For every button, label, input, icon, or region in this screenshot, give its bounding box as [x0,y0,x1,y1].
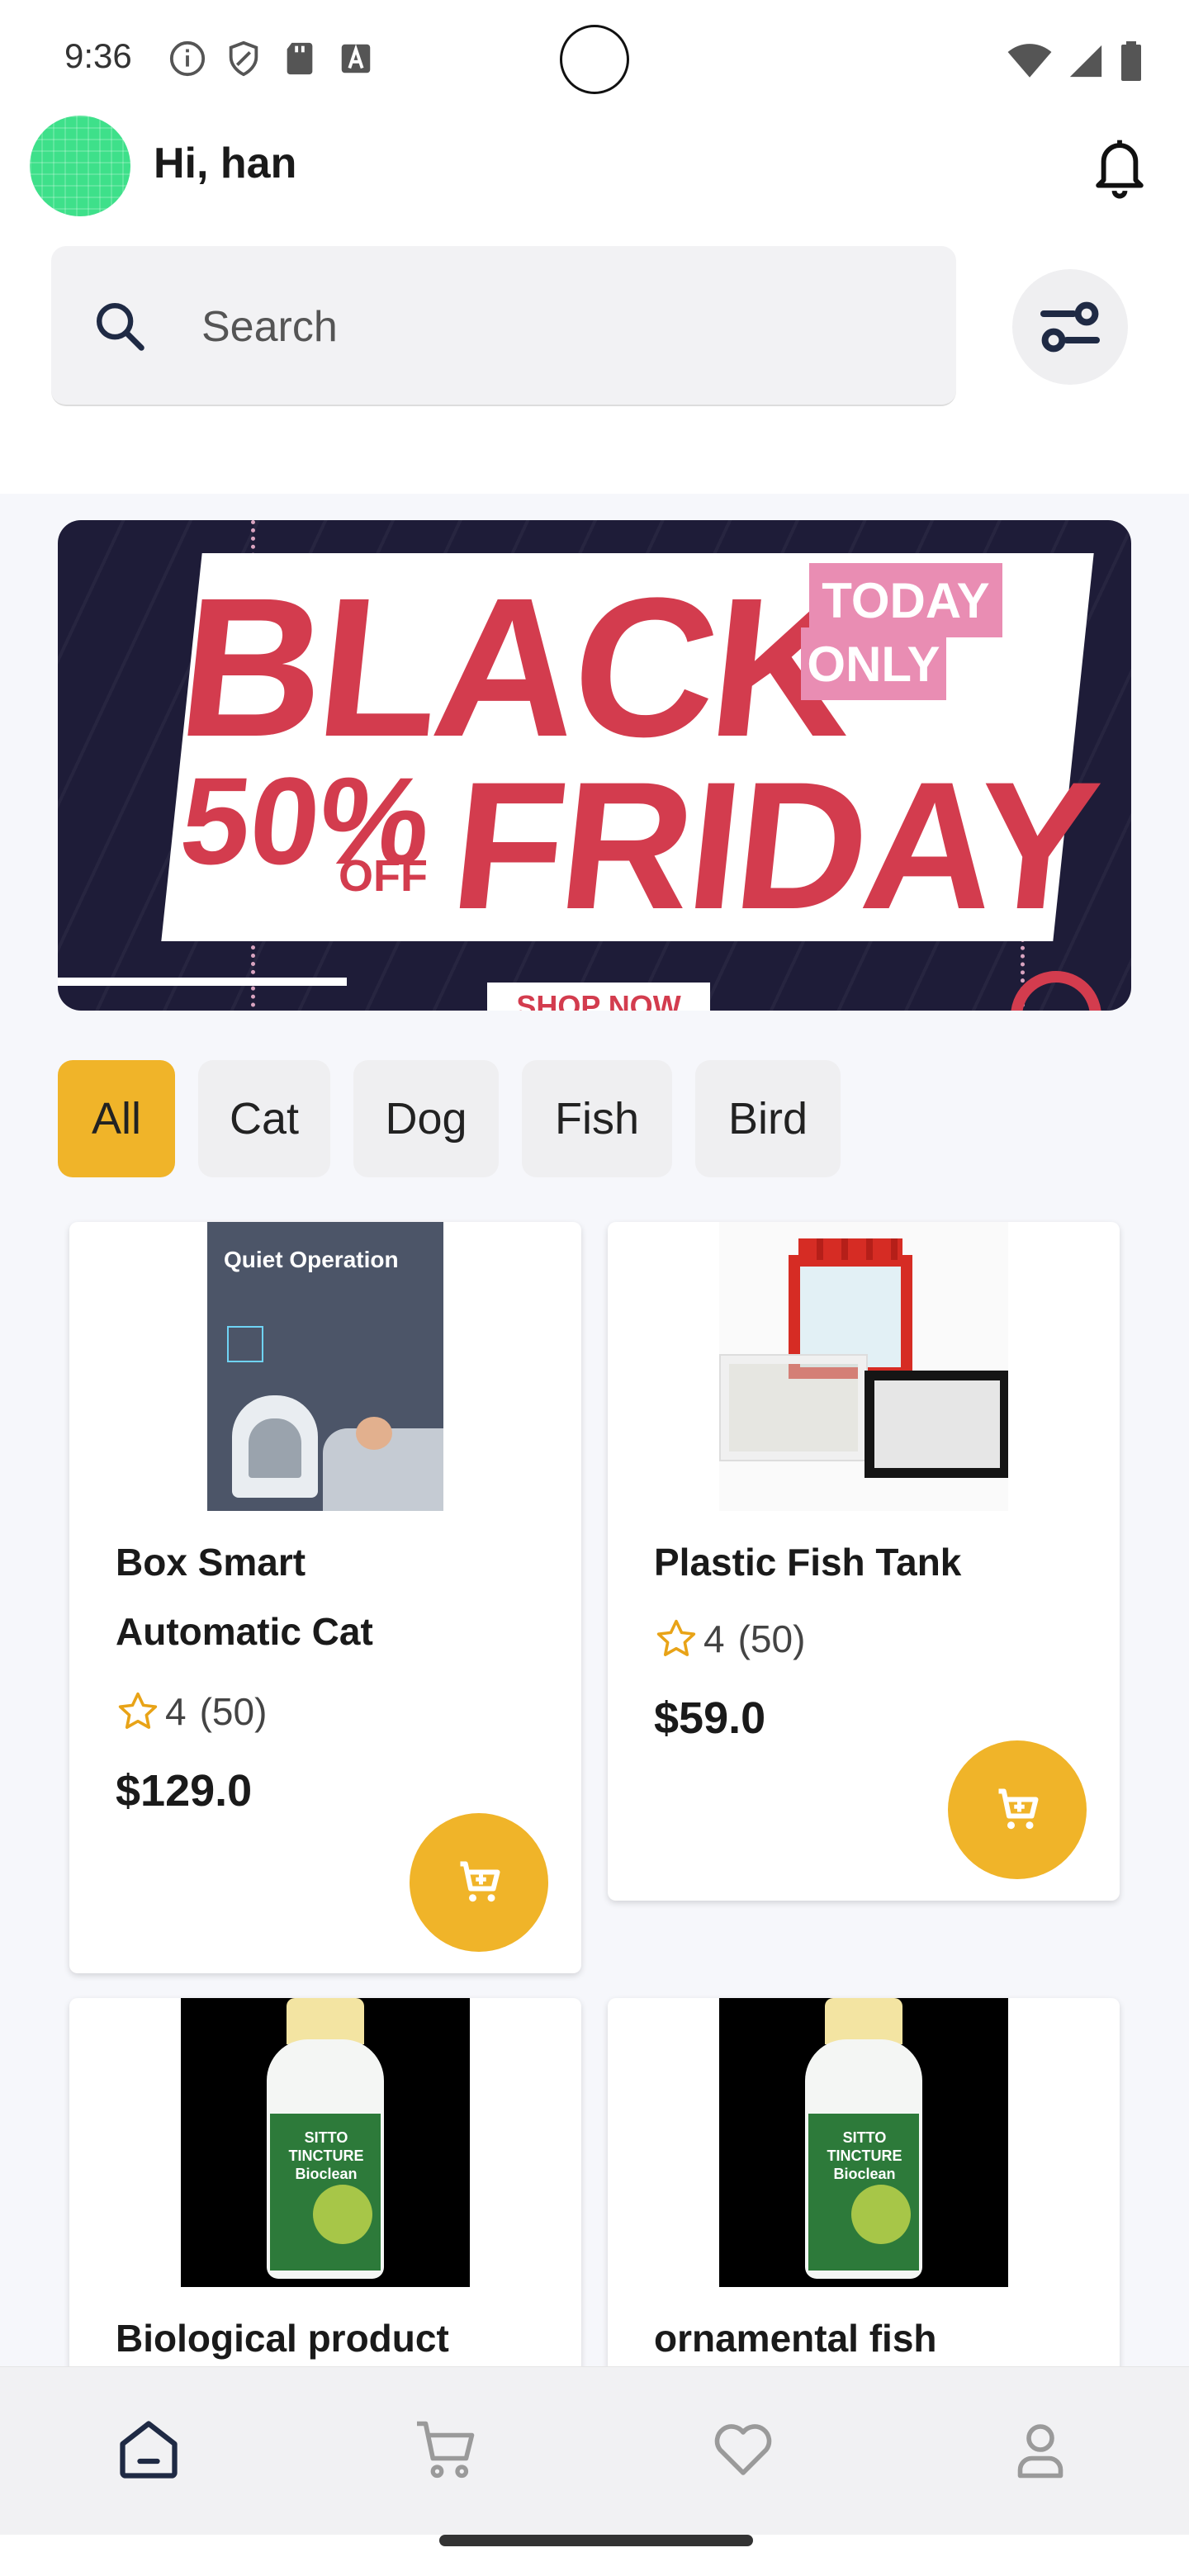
camera-cutout [560,25,629,94]
product-image [719,1222,1008,1511]
search-placeholder: Search [201,303,338,351]
product-title: ornamental fish [654,2317,937,2360]
rating-count: (50) [737,1617,806,1660]
banner-badge-today: TODAY [809,563,1002,637]
product-title-line2: Automatic Cat [116,1610,373,1653]
nav-favorites[interactable] [702,2408,784,2491]
status-time: 9:36 [64,36,132,75]
search-icon [91,297,149,355]
banner-discount-suffix: OFF [339,851,428,901]
category-chips: All Cat Dog Fish Bird [58,1060,841,1177]
avatar[interactable] [30,116,130,216]
product-title: Biological product [116,2317,449,2360]
product-title: Plastic Fish Tank [654,1541,962,1584]
banner-badge-only: ONLY [801,627,946,700]
product-card[interactable]: Plastic Fish Tank 4 (50) $59.0 [608,1222,1120,1901]
shield-icon [225,40,263,78]
category-chip-bird[interactable]: Bird [695,1060,841,1177]
keyboard-icon [337,40,375,78]
product-image: Quiet Operation [207,1222,443,1511]
status-bar: 9:36 [0,0,1189,116]
product-rating: 4 (50) [654,1617,805,1661]
add-to-cart-button[interactable] [948,1740,1087,1879]
product-label-text: SITTO TINCTURE Bioclean [827,2129,902,2182]
product-card[interactable]: Quiet Operation Box Smart Automatic Cat … [69,1222,581,1973]
product-title: Box Smart [116,1541,306,1584]
star-icon [118,1692,158,1729]
sd-card-icon [281,40,319,78]
bottom-navigation [0,2366,1189,2535]
product-card[interactable]: SITTO TINCTURE Bioclean ornamental fish [608,1998,1120,2427]
rating-value: 4 [703,1617,725,1660]
nav-profile[interactable] [999,2408,1082,2491]
battery-icon [1121,41,1141,81]
wifi-icon [1007,44,1052,78]
category-chip-fish[interactable]: Fish [522,1060,672,1177]
info-icon [168,40,206,78]
cart-icon [998,1788,1039,1830]
product-rating: 4 (50) [116,1689,267,1734]
app-header: Hi, han [0,116,1189,216]
rating-count: (50) [199,1690,268,1733]
add-to-cart-button[interactable] [410,1813,548,1952]
cart-icon [460,1861,500,1902]
product-price: $59.0 [654,1693,766,1743]
cart-icon [417,2421,475,2479]
nav-cart[interactable] [405,2408,487,2491]
category-chip-dog[interactable]: Dog [353,1060,499,1177]
promo-banner[interactable]: BLACK TODAY ONLY 50% OFF FRIDAY SHOP NOW [58,520,1131,1011]
banner-title-bottom: FRIDAY [443,744,1105,947]
category-chip-all[interactable]: All [58,1060,175,1177]
banner-cta: SHOP NOW [487,983,710,1011]
banner-decor-line [58,978,347,986]
search-input[interactable]: Search [51,246,956,406]
product-label-text: SITTO TINCTURE Bioclean [288,2129,364,2182]
notification-bell-icon[interactable] [1087,132,1153,201]
product-price: $129.0 [116,1766,253,1816]
filter-button[interactable] [1012,269,1128,385]
heart-icon [714,2424,772,2475]
status-notification-icons [168,40,375,78]
product-image: SITTO TINCTURE Bioclean [181,1998,470,2287]
greeting-text: Hi, han [154,140,297,187]
nav-home[interactable] [107,2408,190,2491]
status-system-icons [1007,41,1143,81]
product-image: SITTO TINCTURE Bioclean [719,1998,1008,2287]
filter-icon [1040,301,1100,353]
profile-icon [1017,2424,1063,2479]
rating-value: 4 [165,1690,187,1733]
signal-icon [1069,45,1102,78]
product-image-caption: Quiet Operation [224,1247,399,1272]
product-card[interactable]: SITTO TINCTURE Bioclean Biological produ… [69,1998,581,2427]
star-icon [656,1619,696,1656]
category-chip-cat[interactable]: Cat [198,1060,330,1177]
home-indicator[interactable] [439,2535,753,2546]
home-icon [120,2421,178,2479]
